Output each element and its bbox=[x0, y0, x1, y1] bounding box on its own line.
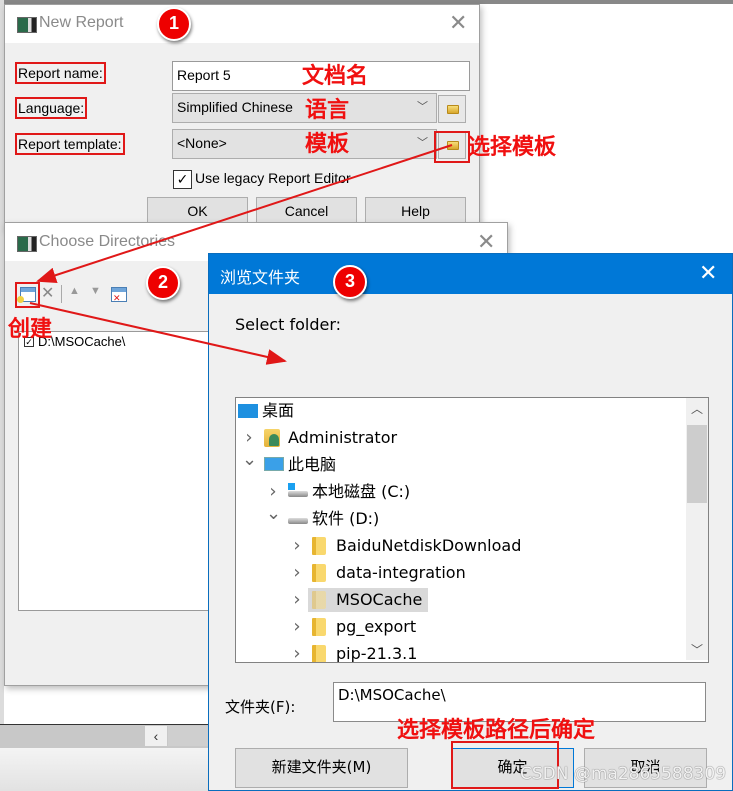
scroll-up-icon[interactable]: ︿ bbox=[686, 400, 708, 417]
background-status-area bbox=[0, 748, 208, 791]
drive-icon bbox=[288, 518, 308, 524]
report-name-label: Report name: bbox=[15, 62, 106, 84]
close-icon[interactable]: ✕ bbox=[477, 232, 495, 254]
new-report-title: New Report bbox=[39, 14, 124, 31]
language-label: Language: bbox=[15, 97, 88, 119]
legacy-editor-checkbox[interactable]: ✓ bbox=[173, 170, 192, 189]
background-scroll-track[interactable] bbox=[168, 726, 208, 746]
chevron-down-icon[interactable]: ⌄ bbox=[266, 505, 281, 523]
tree-item-label: pip-21.3.1 bbox=[336, 644, 418, 663]
scroll-left-icon[interactable]: ‹ bbox=[145, 726, 167, 746]
folder-icon bbox=[447, 105, 459, 114]
folder-icon bbox=[312, 591, 326, 609]
legacy-editor-label: Use legacy Report Editor bbox=[195, 170, 351, 186]
new-report-dialog: New Report ✕ Report name: Report 5 Langu… bbox=[4, 4, 480, 230]
app-icon bbox=[17, 17, 37, 33]
tree-item-label: pg_export bbox=[336, 617, 417, 636]
directory-list[interactable]: ✓ D:\MSOCache\ bbox=[18, 331, 220, 611]
browse-folder-titlebar: 浏览文件夹 ✕ bbox=[209, 254, 732, 294]
chevron-right-icon[interactable]: › bbox=[290, 642, 304, 662]
tree-item-label: Administrator bbox=[288, 428, 398, 447]
annotation-template: 模板 bbox=[305, 132, 350, 157]
close-icon[interactable]: ✕ bbox=[699, 263, 717, 285]
chevron-right-icon[interactable]: › bbox=[290, 561, 304, 585]
move-up-icon[interactable]: ▲ bbox=[69, 285, 80, 297]
annotation-language: 语言 bbox=[305, 98, 350, 123]
folder-field-label: 文件夹(F): bbox=[225, 698, 296, 716]
browse-folder-title: 浏览文件夹 bbox=[220, 268, 301, 287]
tree-item[interactable]: › MSOCache bbox=[236, 588, 684, 612]
system-drive-icon bbox=[288, 483, 308, 497]
highlight-template-browse bbox=[434, 131, 470, 163]
language-value: Simplified Chinese bbox=[177, 99, 293, 115]
tree-item[interactable]: › Administrator bbox=[236, 426, 684, 450]
folder-icon bbox=[312, 564, 326, 582]
folder-icon bbox=[312, 537, 326, 555]
chevron-right-icon[interactable]: › bbox=[290, 615, 304, 639]
app-icon bbox=[17, 236, 37, 252]
close-icon[interactable]: ✕ bbox=[449, 13, 467, 35]
tree-item-label: BaiduNetdiskDownload bbox=[336, 536, 522, 555]
scroll-down-icon[interactable]: ﹀ bbox=[686, 641, 708, 658]
chevron-right-icon[interactable]: › bbox=[242, 426, 256, 450]
user-folder-icon bbox=[264, 429, 280, 447]
step-badge-2: 2 bbox=[146, 266, 180, 300]
chevron-down-icon[interactable]: ⌄ bbox=[242, 451, 257, 469]
tree-item[interactable]: › BaiduNetdiskDownload bbox=[236, 534, 684, 558]
folder-icon bbox=[312, 618, 326, 636]
folder-tree[interactable]: 桌面 › Administrator ⌄ 此电脑 › 本地磁盘 (C:) ⌄ 软件 (D:) › B… bbox=[235, 397, 709, 663]
report-template-value: <None> bbox=[177, 135, 227, 151]
new-folder-button[interactable]: 新建文件夹(M) bbox=[235, 748, 408, 788]
chevron-down-icon: ﹀ bbox=[417, 137, 428, 149]
delete-icon[interactable]: ✕ bbox=[41, 283, 54, 303]
tree-item[interactable]: ⌄ 软件 (D:) bbox=[236, 505, 684, 531]
chevron-down-icon: ﹀ bbox=[417, 101, 428, 113]
highlight-add-directory bbox=[15, 282, 40, 308]
tree-item[interactable]: › data-integration bbox=[236, 561, 684, 585]
tree-item[interactable]: 桌面 bbox=[236, 399, 684, 423]
browse-folder-dialog: 浏览文件夹 ✕ Select folder: 桌面 › Administrator ⌄… bbox=[208, 253, 733, 791]
tree-item[interactable]: › pip-21.3.1 bbox=[236, 642, 684, 663]
remove-x-icon: ✕ bbox=[113, 293, 121, 303]
chevron-right-icon[interactable]: › bbox=[266, 480, 280, 504]
new-report-titlebar: New Report ✕ bbox=[5, 5, 479, 43]
tree-item-label: 此电脑 bbox=[288, 455, 337, 474]
select-folder-prompt: Select folder: bbox=[235, 315, 341, 334]
step-badge-1: 1 bbox=[157, 7, 191, 41]
tree-item-label: data-integration bbox=[336, 563, 466, 582]
move-down-icon[interactable]: ▼ bbox=[90, 285, 101, 297]
annotation-create: 创建 bbox=[8, 317, 53, 342]
annotation-doc-name: 文档名 bbox=[302, 64, 369, 89]
chevron-right-icon[interactable]: › bbox=[290, 588, 304, 612]
annotation-select-template: 选择模板 bbox=[468, 135, 557, 160]
desktop-icon bbox=[238, 404, 258, 418]
folder-icon bbox=[312, 645, 326, 662]
toolbar-separator bbox=[61, 285, 62, 303]
tree-item-label: 软件 (D:) bbox=[312, 509, 380, 528]
tree-item-label: 本地磁盘 (C:) bbox=[312, 482, 411, 501]
tree-item-label: MSOCache bbox=[336, 590, 423, 609]
report-template-label: Report template: bbox=[15, 133, 125, 155]
tree-item[interactable]: › 本地磁盘 (C:) bbox=[236, 480, 684, 504]
computer-icon bbox=[264, 457, 284, 471]
language-browse-button[interactable] bbox=[438, 95, 466, 123]
tree-item[interactable]: › pg_export bbox=[236, 615, 684, 639]
tree-item-label: 桌面 bbox=[262, 401, 295, 420]
step-badge-3: 3 bbox=[333, 265, 367, 299]
annotation-confirm: 选择模板路径后确定 bbox=[397, 718, 596, 743]
tree-vertical-scrollbar[interactable]: ︿ ﹀ bbox=[686, 398, 708, 660]
chevron-right-icon[interactable]: › bbox=[290, 534, 304, 558]
watermark: CSDN @ma2865588309 bbox=[520, 764, 727, 784]
tree-item[interactable]: ⌄ 此电脑 bbox=[236, 451, 684, 477]
scrollbar-thumb[interactable] bbox=[687, 425, 707, 503]
choose-directories-title: Choose Directories bbox=[39, 233, 176, 250]
